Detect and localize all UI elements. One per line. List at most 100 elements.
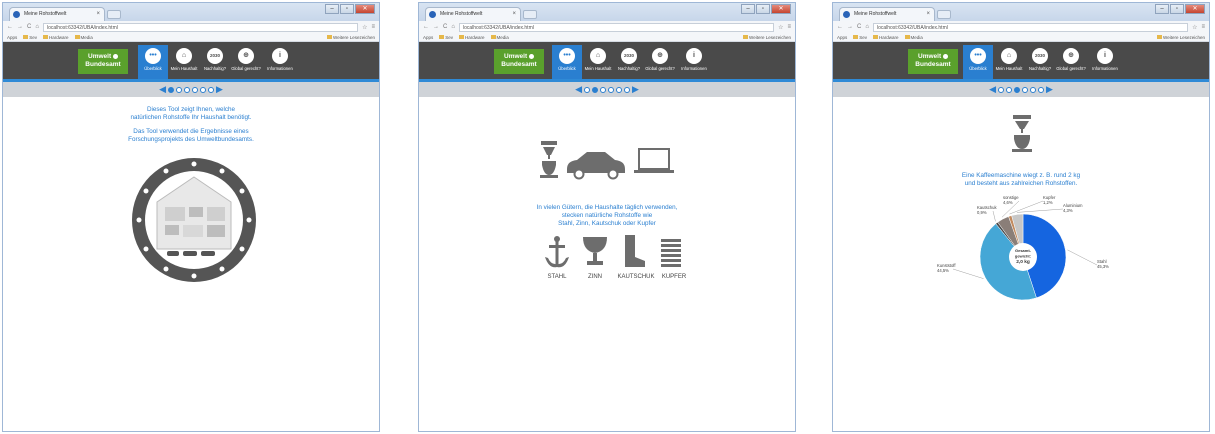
pager-dot[interactable] (1038, 86, 1044, 93)
new-tab-button[interactable] (107, 10, 121, 19)
pager-dot[interactable] (998, 86, 1004, 93)
nav-global[interactable]: ⊕ Global gerecht? (231, 45, 261, 79)
next-arrow-icon[interactable]: ▶ (632, 85, 639, 94)
bookmark-hardware[interactable]: Hardware (43, 35, 69, 40)
star-icon[interactable]: ☆ (778, 24, 783, 31)
reload-icon[interactable]: C (27, 24, 31, 30)
bookmark-hardware[interactable]: Hardware (459, 35, 485, 40)
forward-icon[interactable]: → (433, 24, 439, 30)
nav-sustainable[interactable]: 2030 Nachhaltig? (1025, 45, 1055, 79)
home-icon[interactable]: ⌂ (35, 24, 39, 30)
home-icon[interactable]: ⌂ (865, 24, 869, 30)
address-bar[interactable]: localhost:63342/UBA/index.html (872, 22, 1189, 32)
bookmark-label: Weitere Lesezeichen (333, 34, 375, 40)
bookmark-sev[interactable]: Sev (853, 35, 867, 40)
bookmark-media[interactable]: Media (74, 35, 93, 40)
pager-dot[interactable] (168, 86, 174, 93)
uba-logo[interactable]: Umwelt Bundesamt (494, 49, 544, 74)
bookmark-media[interactable]: Media (490, 35, 509, 40)
browser-tab[interactable]: Meine Rohstoffwelt × (9, 7, 105, 21)
nav-label: Nachhaltig? (203, 66, 227, 71)
other-bookmarks[interactable]: Weitere Lesezeichen (743, 35, 795, 40)
bookmark-hardware[interactable]: Hardware (873, 35, 899, 40)
nav-info[interactable]: i Informationen (679, 45, 709, 79)
pager-dot[interactable] (600, 86, 606, 93)
minimize-button[interactable]: – (1155, 4, 1169, 14)
close-window-button[interactable]: ✕ (771, 4, 791, 14)
uba-logo[interactable]: Umwelt Bundesamt (908, 49, 958, 74)
menu-icon[interactable]: ≡ (371, 24, 375, 30)
star-icon[interactable]: ☆ (1192, 24, 1197, 31)
maximize-button[interactable]: ▫ (756, 4, 770, 14)
pager-dot[interactable] (176, 86, 182, 93)
forward-icon[interactable]: → (847, 24, 853, 30)
nav-overview[interactable]: ••• Überblick (552, 45, 582, 79)
nav-sustainable[interactable]: 2030 Nachhaltig? (614, 45, 644, 79)
other-bookmarks[interactable]: Weitere Lesezeichen (1157, 35, 1209, 40)
close-window-button[interactable]: ✕ (1185, 4, 1205, 14)
address-bar[interactable]: localhost:63342/UBA/index.html (458, 22, 775, 32)
maximize-button[interactable]: ▫ (340, 4, 354, 14)
back-icon[interactable]: ← (7, 24, 13, 30)
close-tab-icon[interactable]: × (512, 8, 516, 20)
nav-global[interactable]: ⊕ Global gerecht? (645, 45, 675, 79)
pager-dot[interactable] (616, 86, 622, 93)
bookmark-sev[interactable]: Sev (439, 35, 453, 40)
nav-household[interactable]: ⌂ Mein Haushalt (994, 45, 1024, 79)
minimize-button[interactable]: – (741, 4, 755, 14)
star-icon[interactable]: ☆ (362, 24, 367, 31)
close-window-button[interactable]: ✕ (355, 4, 375, 14)
maximize-button[interactable]: ▫ (1170, 4, 1184, 14)
pager-dot[interactable] (200, 86, 206, 93)
nav-info[interactable]: i Informationen (265, 45, 295, 79)
pager-dot[interactable] (1030, 86, 1036, 93)
pager-dot[interactable] (624, 86, 630, 93)
reload-icon[interactable]: C (443, 24, 447, 30)
bookmark-sev[interactable]: Sev (23, 35, 37, 40)
minimize-button[interactable]: – (325, 4, 339, 14)
prev-arrow-icon[interactable]: ◀ (989, 85, 996, 94)
forward-icon[interactable]: → (17, 24, 23, 30)
back-icon[interactable]: ← (423, 24, 429, 30)
bookmark-apps[interactable]: Apps (423, 35, 433, 40)
pager-dot[interactable] (592, 86, 598, 93)
new-tab-button[interactable] (937, 10, 951, 19)
pager-dot[interactable] (584, 86, 590, 93)
close-tab-icon[interactable]: × (96, 8, 100, 20)
pager-dot[interactable] (1014, 86, 1020, 93)
reload-icon[interactable]: C (857, 24, 861, 30)
bookmark-apps[interactable]: Apps (7, 35, 17, 40)
pager-dot[interactable] (608, 86, 614, 93)
pager-dot[interactable] (1022, 86, 1028, 93)
next-arrow-icon[interactable]: ▶ (216, 85, 223, 94)
back-icon[interactable]: ← (837, 24, 843, 30)
next-arrow-icon[interactable]: ▶ (1046, 85, 1053, 94)
pager-dot[interactable] (192, 86, 198, 93)
nav-global[interactable]: ⊕ Global gerecht? (1056, 45, 1086, 79)
nav-household[interactable]: ⌂ Mein Haushalt (169, 45, 199, 79)
nav-overview[interactable]: ••• Überblick (138, 45, 168, 79)
pager-dot[interactable] (184, 86, 190, 93)
prev-arrow-icon[interactable]: ◀ (159, 85, 166, 94)
nav-household[interactable]: ⌂ Mein Haushalt (583, 45, 613, 79)
bookmark-apps[interactable]: Apps (837, 35, 847, 40)
browser-tab[interactable]: Meine Rohstoffwelt × (839, 7, 935, 21)
new-tab-button[interactable] (523, 10, 537, 19)
menu-icon[interactable]: ≡ (1201, 24, 1205, 30)
bookmark-label: Sev (29, 34, 38, 40)
pager-dot[interactable] (1006, 86, 1012, 93)
menu-icon[interactable]: ≡ (787, 24, 791, 30)
nav-sustainable[interactable]: 2030 Nachhaltig? (200, 45, 230, 79)
pager-dot[interactable] (208, 86, 214, 93)
home-icon[interactable]: ⌂ (451, 24, 455, 30)
address-bar[interactable]: localhost:63342/UBA/index.html (42, 22, 359, 32)
bookmark-media[interactable]: Media (904, 35, 923, 40)
nav-info[interactable]: i Informationen (1090, 45, 1120, 79)
uba-logo[interactable]: Umwelt Bundesamt (78, 49, 128, 74)
close-tab-icon[interactable]: × (926, 8, 930, 20)
folder-icon (853, 35, 859, 40)
nav-overview[interactable]: ••• Überblick (963, 45, 993, 79)
other-bookmarks[interactable]: Weitere Lesezeichen (327, 35, 379, 40)
prev-arrow-icon[interactable]: ◀ (575, 85, 582, 94)
browser-tab[interactable]: Meine Rohstoffwelt × (425, 7, 521, 21)
